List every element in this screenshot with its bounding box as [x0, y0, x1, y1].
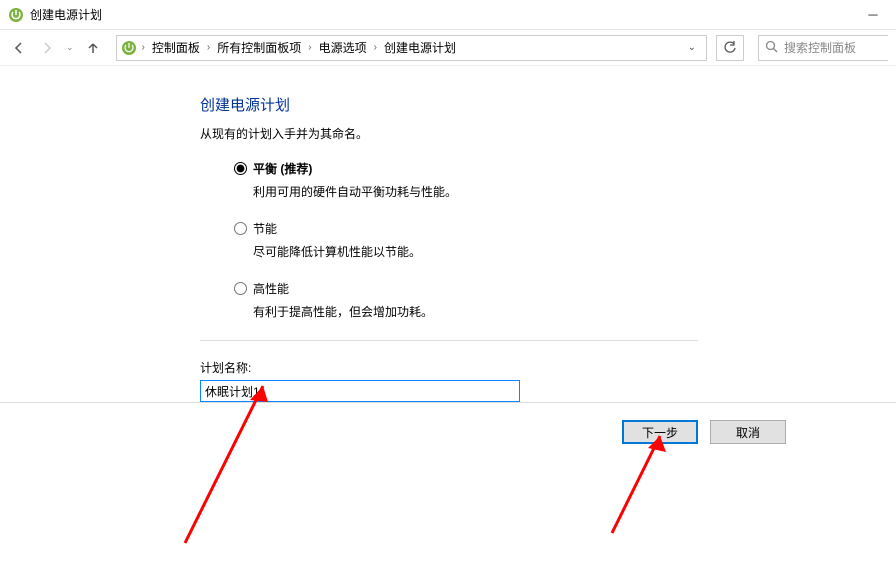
- breadcrumb-sep[interactable]: ›: [141, 42, 146, 53]
- page-subtitle: 从现有的计划入手并为其命名。: [200, 125, 896, 142]
- minimize-button[interactable]: ─: [850, 0, 896, 30]
- breadcrumb-item-control-panel[interactable]: 控制面板: [148, 37, 204, 58]
- next-button[interactable]: 下一步: [622, 420, 698, 444]
- radio-powersaver[interactable]: 节能: [234, 220, 896, 237]
- titlebar: 创建电源计划 ─: [0, 0, 896, 30]
- breadcrumb: › 控制面板 › 所有控制面板项 › 电源选项 › 创建电源计划: [141, 37, 680, 58]
- back-button[interactable]: [8, 37, 30, 59]
- option-balanced-label: 平衡 (推荐): [253, 160, 312, 177]
- radio-high-performance[interactable]: 高性能: [234, 280, 896, 297]
- breadcrumb-sep[interactable]: ›: [307, 42, 312, 53]
- separator: [200, 340, 698, 341]
- control-panel-icon: [121, 40, 137, 56]
- address-bar[interactable]: › 控制面板 › 所有控制面板项 › 电源选项 › 创建电源计划 ⌄: [116, 35, 707, 61]
- navbar: ⌄ › 控制面板 › 所有控制面板项 › 电源选项 › 创建电源计划 ⌄ 搜索控…: [0, 30, 896, 66]
- radio-balanced-input[interactable]: [234, 162, 247, 175]
- up-button[interactable]: [82, 37, 104, 59]
- search-placeholder: 搜索控制面板: [784, 39, 856, 56]
- option-balanced: 平衡 (推荐) 利用可用的硬件自动平衡功耗与性能。: [234, 160, 896, 200]
- plan-name-input[interactable]: [200, 380, 520, 402]
- radio-powersaver-input[interactable]: [234, 222, 247, 235]
- button-row: 下一步 取消: [622, 420, 786, 444]
- breadcrumb-sep[interactable]: ›: [373, 42, 378, 53]
- radio-high-performance-input[interactable]: [234, 282, 247, 295]
- option-high-performance-label: 高性能: [253, 280, 289, 297]
- search-input[interactable]: 搜索控制面板: [758, 35, 888, 61]
- breadcrumb-item-create-plan[interactable]: 创建电源计划: [380, 37, 460, 58]
- breadcrumb-item-power-options[interactable]: 电源选项: [315, 37, 371, 58]
- plan-name-label: 计划名称:: [200, 359, 698, 376]
- power-plan-app-icon: [8, 7, 24, 23]
- forward-button[interactable]: [36, 37, 58, 59]
- option-balanced-desc: 利用可用的硬件自动平衡功耗与性能。: [253, 183, 896, 200]
- option-high-performance: 高性能 有利于提高性能，但会增加功耗。: [234, 280, 896, 320]
- option-high-performance-desc: 有利于提高性能，但会增加功耗。: [253, 303, 896, 320]
- radio-balanced[interactable]: 平衡 (推荐): [234, 160, 896, 177]
- option-powersaver-label: 节能: [253, 220, 277, 237]
- bottom-separator: [0, 402, 896, 403]
- cancel-button[interactable]: 取消: [710, 420, 786, 444]
- breadcrumb-item-all-items[interactable]: 所有控制面板项: [213, 37, 305, 58]
- address-dropdown-icon[interactable]: ⌄: [682, 42, 702, 53]
- refresh-button[interactable]: [716, 35, 744, 61]
- plan-name-area: 计划名称:: [200, 340, 698, 402]
- option-powersaver-desc: 尽可能降低计算机性能以节能。: [253, 243, 896, 260]
- breadcrumb-sep[interactable]: ›: [206, 42, 211, 53]
- history-dropdown[interactable]: ⌄: [64, 42, 76, 53]
- option-powersaver: 节能 尽可能降低计算机性能以节能。: [234, 220, 896, 260]
- page-title: 创建电源计划: [200, 94, 896, 115]
- window-title: 创建电源计划: [30, 6, 102, 23]
- search-icon: [765, 40, 778, 56]
- content-area: 创建电源计划 从现有的计划入手并为其命名。 平衡 (推荐) 利用可用的硬件自动平…: [0, 66, 896, 584]
